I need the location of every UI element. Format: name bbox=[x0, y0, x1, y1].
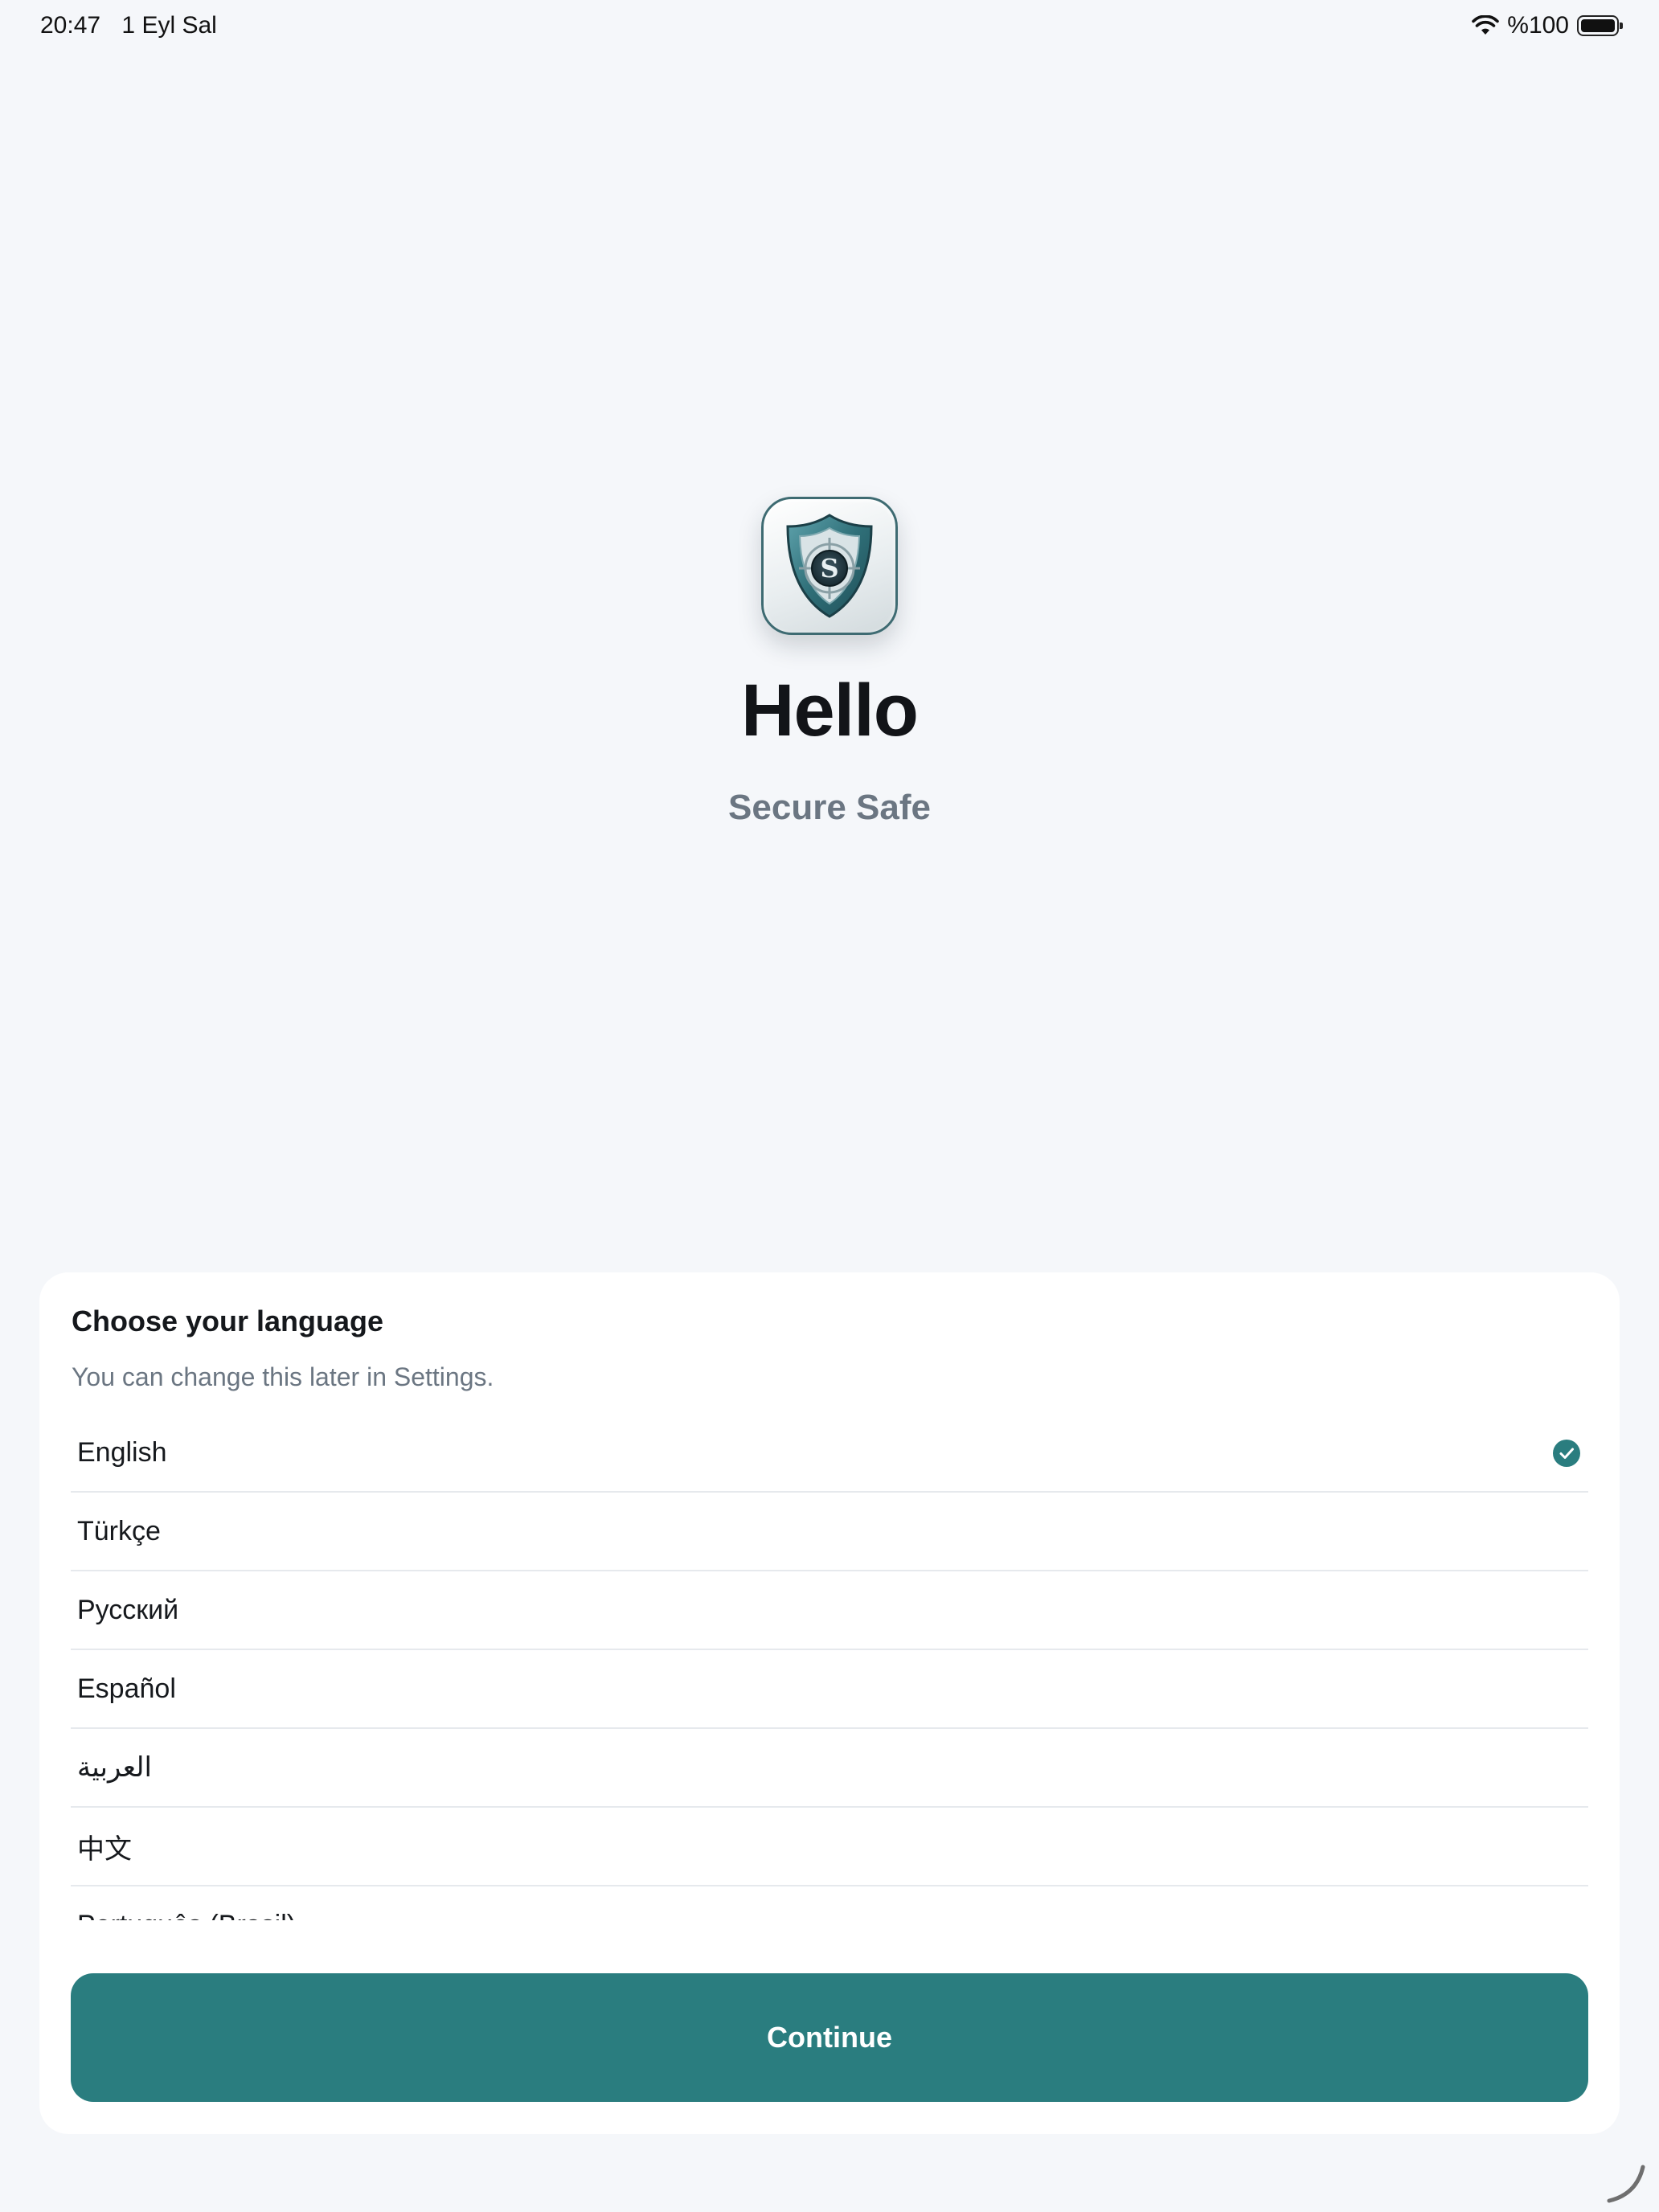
language-option-arabic[interactable]: العربية bbox=[71, 1729, 1588, 1808]
shield-icon: S bbox=[786, 514, 873, 618]
language-option-turkish[interactable]: Türkçe bbox=[71, 1493, 1588, 1571]
status-bar: 20:47 1 Eyl Sal %100 bbox=[0, 0, 1659, 51]
language-label: English bbox=[77, 1436, 167, 1468]
language-option-portuguese-brazil[interactable]: Português (Brasil) bbox=[71, 1886, 1588, 1921]
battery-icon bbox=[1577, 15, 1623, 36]
shield-s-app-icon: S bbox=[761, 497, 898, 635]
hero-title: Hello bbox=[741, 670, 919, 752]
language-option-spanish[interactable]: Español bbox=[71, 1650, 1588, 1729]
language-label: Español bbox=[77, 1673, 176, 1704]
status-date: 1 Eyl Sal bbox=[121, 12, 217, 39]
language-card: Choose your language You can change this… bbox=[39, 1272, 1620, 2134]
hero-subtitle: Secure Safe bbox=[728, 788, 931, 827]
continue-button[interactable]: Continue bbox=[71, 1973, 1588, 2102]
language-list[interactable]: English Türkçe Русский Español العربية 中… bbox=[71, 1414, 1588, 1920]
language-label: Türkçe bbox=[77, 1515, 161, 1546]
language-option-russian[interactable]: Русский bbox=[71, 1571, 1588, 1650]
checkmark-circle-icon bbox=[1553, 1440, 1580, 1467]
language-label: العربية bbox=[77, 1752, 152, 1783]
language-option-chinese[interactable]: 中文 bbox=[71, 1808, 1588, 1886]
language-option-english[interactable]: English bbox=[71, 1414, 1588, 1493]
status-left: 20:47 1 Eyl Sal bbox=[40, 12, 231, 39]
battery-fill bbox=[1581, 19, 1615, 32]
language-label: Português (Brasil) bbox=[77, 1910, 296, 1921]
language-card-title: Choose your language bbox=[72, 1305, 384, 1337]
language-label: 中文 bbox=[77, 1833, 132, 1865]
wifi-icon bbox=[1472, 15, 1500, 35]
status-time: 20:47 bbox=[40, 12, 101, 39]
battery-percent: %100 bbox=[1507, 12, 1569, 39]
status-right: %100 bbox=[1472, 12, 1623, 39]
language-label: Русский bbox=[77, 1594, 179, 1625]
language-card-hint: You can change this later in Settings. bbox=[72, 1362, 494, 1391]
svg-text:S: S bbox=[820, 553, 838, 584]
resize-handle-icon[interactable] bbox=[1604, 2162, 1648, 2206]
